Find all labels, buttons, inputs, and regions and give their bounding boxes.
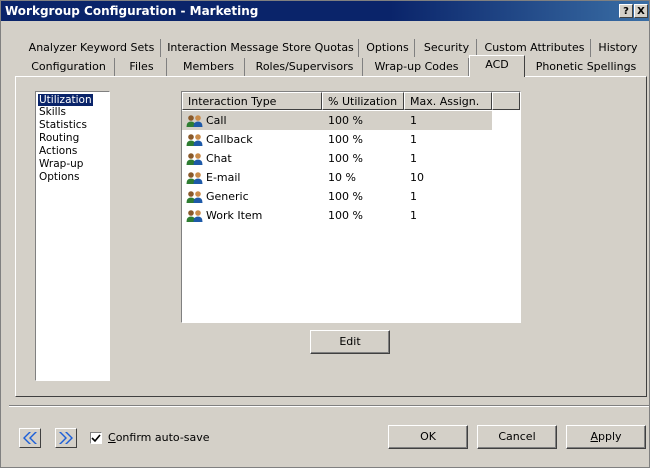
list-item-statistics[interactable]: Statistics xyxy=(38,119,88,131)
tab-options[interactable]: Options xyxy=(361,39,415,57)
max-assign-cell: 1 xyxy=(410,114,417,127)
tab-interaction-message-store-quotas[interactable]: Interaction Message Store Quotas xyxy=(163,39,359,57)
tab-roles-supervisors[interactable]: Roles/Supervisors xyxy=(247,58,363,76)
max-assign-cell: 1 xyxy=(410,190,417,203)
cancel-button[interactable]: Cancel xyxy=(477,425,557,449)
list-item-actions[interactable]: Actions xyxy=(38,145,78,157)
users-group-icon xyxy=(186,134,203,146)
footer-separator xyxy=(9,405,649,407)
acd-category-list[interactable]: Utilization Skills Statistics Routing Ac… xyxy=(35,91,110,381)
title-bar[interactable]: Workgroup Configuration - Marketing xyxy=(1,1,649,21)
interaction-type-cell: Generic xyxy=(206,190,249,203)
table-row[interactable]: Call 100 % 1 xyxy=(182,111,492,130)
help-button[interactable]: ? xyxy=(619,4,633,18)
tab-security[interactable]: Security xyxy=(417,39,477,57)
apply-button[interactable]: Apply xyxy=(566,425,646,449)
double-chevron-left-icon xyxy=(23,432,37,444)
window-title: Workgroup Configuration - Marketing xyxy=(5,4,259,18)
max-assign-cell: 1 xyxy=(410,133,417,146)
confirm-autosave-checkbox[interactable] xyxy=(90,432,102,444)
tab-members[interactable]: Members xyxy=(173,58,245,76)
confirm-autosave-label[interactable]: Confirm auto-save xyxy=(108,431,210,444)
tab-wrap-up-codes[interactable]: Wrap-up Codes xyxy=(365,58,469,76)
list-item-wrap-up[interactable]: Wrap-up xyxy=(38,158,84,170)
users-group-icon xyxy=(186,172,203,184)
max-assign-cell: 1 xyxy=(410,209,417,222)
utilization-table[interactable]: Interaction Type % Utilization Max. Assi… xyxy=(181,91,521,323)
tab-analyzer-keyword-sets[interactable]: Analyzer Keyword Sets xyxy=(23,39,161,57)
users-group-icon xyxy=(186,115,203,127)
list-item-routing[interactable]: Routing xyxy=(38,132,80,144)
interaction-type-cell: E-mail xyxy=(206,171,241,184)
next-button[interactable] xyxy=(55,428,77,448)
tab-configuration[interactable]: Configuration xyxy=(23,58,115,76)
table-row[interactable]: Chat 100 % 1 xyxy=(182,149,492,168)
users-group-icon xyxy=(186,153,203,165)
users-group-icon xyxy=(186,191,203,203)
double-chevron-right-icon xyxy=(59,432,73,444)
checkmark-icon xyxy=(91,434,101,443)
table-row[interactable]: Generic 100 % 1 xyxy=(182,187,492,206)
tab-acd[interactable]: ACD xyxy=(469,55,525,77)
utilization-cell: 100 % xyxy=(328,114,363,127)
column-header-utilization[interactable]: % Utilization xyxy=(322,92,404,110)
dialog-window: Workgroup Configuration - Marketing ? X … xyxy=(0,0,650,468)
edit-button[interactable]: Edit xyxy=(310,330,390,354)
interaction-type-cell: Work Item xyxy=(206,209,263,222)
tab-files[interactable]: Files xyxy=(117,58,167,76)
utilization-cell: 100 % xyxy=(328,152,363,165)
ok-button[interactable]: OK xyxy=(388,425,468,449)
interaction-type-cell: Callback xyxy=(206,133,253,146)
list-item-utilization[interactable]: Utilization xyxy=(38,94,93,106)
table-row[interactable]: Callback 100 % 1 xyxy=(182,130,492,149)
column-header-filler xyxy=(492,92,520,110)
interaction-type-cell: Call xyxy=(206,114,227,127)
utilization-cell: 100 % xyxy=(328,133,363,146)
tab-history[interactable]: History xyxy=(593,39,643,57)
table-row[interactable]: Work Item 100 % 1 xyxy=(182,206,492,225)
tab-phonetic-spellings[interactable]: Phonetic Spellings xyxy=(529,58,643,76)
max-assign-cell: 10 xyxy=(410,171,424,184)
table-row[interactable]: E-mail 10 % 10 xyxy=(182,168,492,187)
close-button[interactable]: X xyxy=(634,4,648,18)
column-header-interaction-type[interactable]: Interaction Type xyxy=(182,92,322,110)
max-assign-cell: 1 xyxy=(410,152,417,165)
utilization-cell: 100 % xyxy=(328,209,363,222)
utilization-cell: 10 % xyxy=(328,171,356,184)
previous-button[interactable] xyxy=(19,428,41,448)
column-header-max-assign[interactable]: Max. Assign. xyxy=(404,92,492,110)
users-group-icon xyxy=(186,210,203,222)
list-item-skills[interactable]: Skills xyxy=(38,106,67,118)
list-item-options[interactable]: Options xyxy=(38,171,81,183)
utilization-cell: 100 % xyxy=(328,190,363,203)
interaction-type-cell: Chat xyxy=(206,152,232,165)
